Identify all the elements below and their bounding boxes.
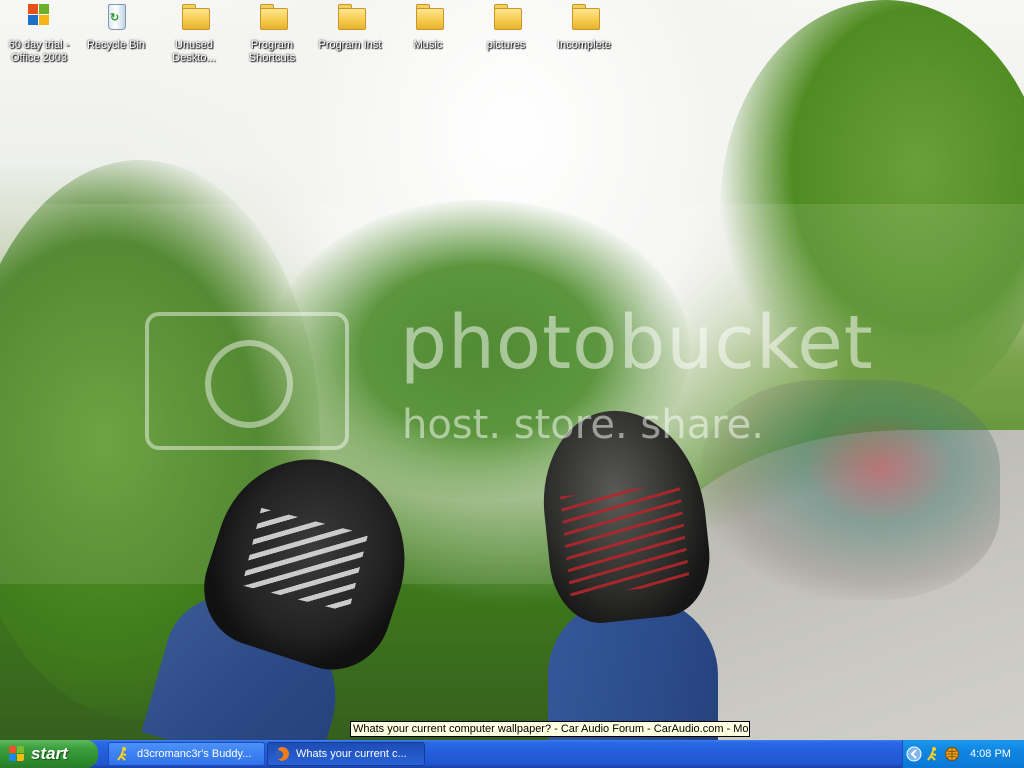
desktop-icon-incomplete[interactable]: Incomplete [548,2,620,52]
watermark-brand: photobucket [400,300,874,386]
folder-icon [412,2,444,34]
windows-logo-icon [9,746,25,762]
start-button[interactable]: start [0,740,98,768]
taskbar-button-firefox[interactable]: Whats your current c... [267,742,425,766]
desktop-icon-program-shortcuts[interactable]: Program Shortcuts [236,2,308,65]
desktop-icon-program-inst[interactable]: Program Inst [314,2,386,52]
desktop-icon-unused-desktop[interactable]: Unused Deskto... [158,2,230,65]
desktop-icon-label: Incomplete [557,39,611,51]
desktop-icon-music[interactable]: Music [392,2,464,52]
taskbar-button-label: Whats your current c... [296,748,407,760]
folder-icon [568,2,600,34]
network-globe-icon[interactable] [944,746,960,762]
office-icon [23,2,55,34]
firefox-icon [274,746,290,762]
watermark-tagline: host. store. share. [402,402,764,448]
taskbar-tooltip: Whats your current computer wallpaper? -… [350,721,750,737]
desktop-icon-office-trial[interactable]: 60 day trial - Office 2003 [3,2,75,65]
recycle-bin-icon: ↻ [100,2,132,34]
taskbar-button-label: d3cromanc3r's Buddy... [137,748,252,760]
desktop-icon-label: Music [413,39,443,51]
folder-icon [256,2,288,34]
system-tray: 4:08 PM [902,740,1024,768]
photobucket-logo-lens [205,340,293,428]
desktop-icon-label: Program Inst [318,39,382,51]
folder-icon [178,2,210,34]
aim-running-man-icon [115,746,131,762]
desktop-wallpaper: photobucket host. store. share. [0,0,1024,740]
desktop-icon-pictures[interactable]: pictures [470,2,542,52]
folder-icon [490,2,522,34]
clock[interactable]: 4:08 PM [970,748,1011,760]
desktop-icon-label: Program Shortcuts [248,39,296,64]
aim-running-man-icon[interactable] [925,746,941,762]
desktop-icon-label: 60 day trial - Office 2003 [8,39,70,64]
taskbar-button-buddy-list[interactable]: d3cromanc3r's Buddy... [108,742,265,766]
desktop-icon-label: pictures [486,39,526,51]
desktop-icon-label: Recycle Bin [86,39,146,51]
taskbar: start d3cromanc3r's Buddy... Whats your … [0,740,1024,768]
tray-collapse-arrow-icon[interactable] [906,746,922,762]
folder-icon [334,2,366,34]
desktop-icon-recycle-bin[interactable]: ↻ Recycle Bin [80,2,152,52]
wallpaper-laces-right [560,484,690,596]
start-label: start [31,744,68,763]
desktop-icon-label: Unused Deskto... [172,39,216,64]
